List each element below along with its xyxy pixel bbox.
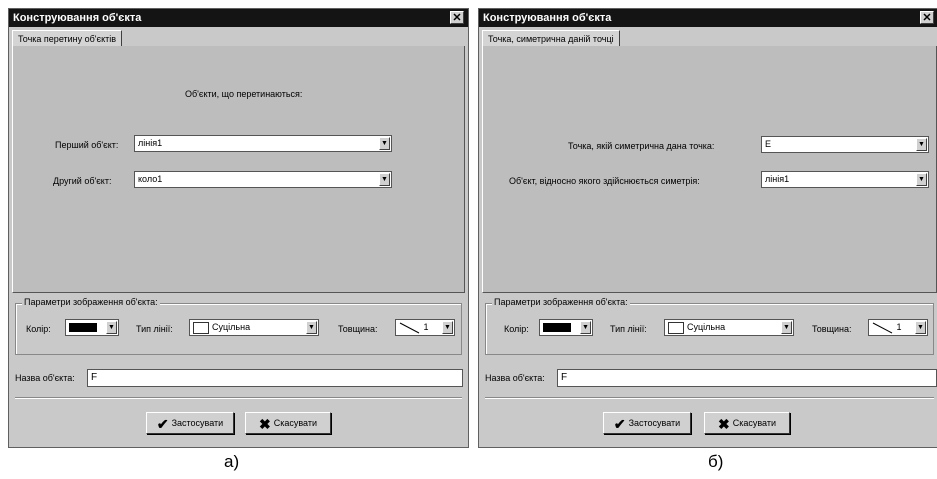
color-select[interactable]: ▼ xyxy=(539,319,593,336)
display-params-group: Параметри зображення об'єкта: Колір: ▼ Т… xyxy=(485,297,934,355)
group-title: Параметри зображення об'єкта: xyxy=(492,297,630,307)
title-bar: Конструювання об'єкта ✕ xyxy=(9,9,468,27)
line-thickness-icon xyxy=(399,322,420,334)
chevron-down-icon[interactable]: ▼ xyxy=(106,321,117,334)
chevron-down-icon[interactable]: ▼ xyxy=(306,321,317,334)
object-name-input[interactable]: F xyxy=(87,369,463,387)
chevron-down-icon[interactable]: ▼ xyxy=(916,173,927,186)
dialog-title: Конструювання об'єкта xyxy=(483,12,612,24)
line-type-select[interactable]: Суцільна ▼ xyxy=(189,319,319,336)
close-icon: ✖ xyxy=(258,415,271,432)
line-type-label: Тип лінії: xyxy=(136,324,173,334)
thickness-select[interactable]: 1 ▼ xyxy=(868,319,928,336)
line-type-select[interactable]: Суцільна ▼ xyxy=(664,319,794,336)
color-label: Колір: xyxy=(504,324,529,334)
symmetry-object-label: Об'єкт, відносно якого здійснюється симе… xyxy=(509,176,700,186)
dialog-title: Конструювання об'єкта xyxy=(13,12,142,24)
chevron-down-icon[interactable]: ▼ xyxy=(379,137,390,150)
close-button[interactable]: ✕ xyxy=(920,11,934,24)
dialog-intersection-point: Конструювання об'єкта ✕ Точка перетину о… xyxy=(8,8,469,448)
line-thickness-icon xyxy=(872,322,893,334)
thickness-value: 1 xyxy=(896,322,902,332)
apply-button[interactable]: ✔ Застосувати xyxy=(603,412,691,434)
thickness-label: Товщина: xyxy=(812,324,852,334)
color-swatch xyxy=(543,323,571,333)
title-bar: Конструювання об'єкта ✕ xyxy=(479,9,937,27)
chevron-down-icon[interactable]: ▼ xyxy=(580,321,591,334)
line-type-label: Тип лінії: xyxy=(610,324,647,334)
line-style-swatch xyxy=(193,321,209,334)
cancel-button-label: Скасувати xyxy=(732,418,776,428)
line-type-value: Суцільна xyxy=(687,322,726,332)
chevron-down-icon[interactable]: ▼ xyxy=(916,138,927,151)
tab-strip: Точка, симетрична даній точці xyxy=(482,29,937,47)
line-type-value: Суцільна xyxy=(212,322,251,332)
tab-panel: Об'єкти, що перетинаються: Перший об'єкт… xyxy=(12,46,465,293)
tab-intersection[interactable]: Точка перетину об'єктів xyxy=(12,30,123,47)
display-params-group: Параметри зображення об'єкта: Колір: ▼ Т… xyxy=(15,297,462,355)
checkmark-icon: ✔ xyxy=(613,415,626,432)
point-label: Точка, якій симетрична дана точка: xyxy=(568,141,715,151)
close-icon: ✖ xyxy=(717,415,730,432)
cancel-button[interactable]: ✖ Скасувати xyxy=(704,412,790,434)
cancel-button-label: Скасувати xyxy=(273,418,317,428)
first-object-value: лінія1 xyxy=(138,138,163,148)
thickness-select[interactable]: 1 ▼ xyxy=(395,319,455,336)
color-label: Колір: xyxy=(26,324,51,334)
color-swatch xyxy=(69,323,97,333)
symmetry-object-select[interactable]: лінія1 ▼ xyxy=(761,171,929,188)
caption-b: б) xyxy=(708,452,724,471)
caption-a: а) xyxy=(224,452,240,471)
second-object-label: Другий об'єкт: xyxy=(53,176,112,186)
group-title: Параметри зображення об'єкта: xyxy=(22,297,160,307)
thickness-value: 1 xyxy=(423,322,429,332)
object-name-input[interactable]: F xyxy=(557,369,937,387)
objects-heading: Об'єкти, що перетинаються: xyxy=(185,89,303,99)
chevron-down-icon[interactable]: ▼ xyxy=(781,321,792,334)
cancel-button[interactable]: ✖ Скасувати xyxy=(245,412,331,434)
first-object-label: Перший об'єкт: xyxy=(55,140,119,150)
divider xyxy=(15,397,462,399)
thickness-label: Товщина: xyxy=(338,324,378,334)
close-button[interactable]: ✕ xyxy=(450,11,464,24)
object-name-label: Назва об'єкта: xyxy=(15,373,75,383)
apply-button-label: Застосувати xyxy=(628,418,681,428)
symmetry-object-value: лінія1 xyxy=(765,174,790,184)
chevron-down-icon[interactable]: ▼ xyxy=(442,321,453,334)
color-select[interactable]: ▼ xyxy=(65,319,119,336)
checkmark-icon: ✔ xyxy=(156,415,169,432)
dialog-symmetric-point: Конструювання об'єкта ✕ Точка, симетричн… xyxy=(478,8,937,448)
apply-button[interactable]: ✔ Застосувати xyxy=(146,412,234,434)
line-style-swatch xyxy=(668,321,684,334)
second-object-select[interactable]: коло1 ▼ xyxy=(134,171,392,188)
object-name-label: Назва об'єкта: xyxy=(485,373,545,383)
apply-button-label: Застосувати xyxy=(171,418,224,428)
chevron-down-icon[interactable]: ▼ xyxy=(915,321,926,334)
tab-panel: Точка, якій симетрична дана точка: E ▼ О… xyxy=(482,46,937,293)
divider xyxy=(485,397,934,399)
point-value: E xyxy=(765,139,772,149)
tab-symmetric-point[interactable]: Точка, симетрична даній точці xyxy=(482,30,620,47)
point-select[interactable]: E ▼ xyxy=(761,136,929,153)
chevron-down-icon[interactable]: ▼ xyxy=(379,173,390,186)
first-object-select[interactable]: лінія1 ▼ xyxy=(134,135,392,152)
second-object-value: коло1 xyxy=(138,174,163,184)
tab-strip: Точка перетину об'єктів xyxy=(12,29,465,47)
